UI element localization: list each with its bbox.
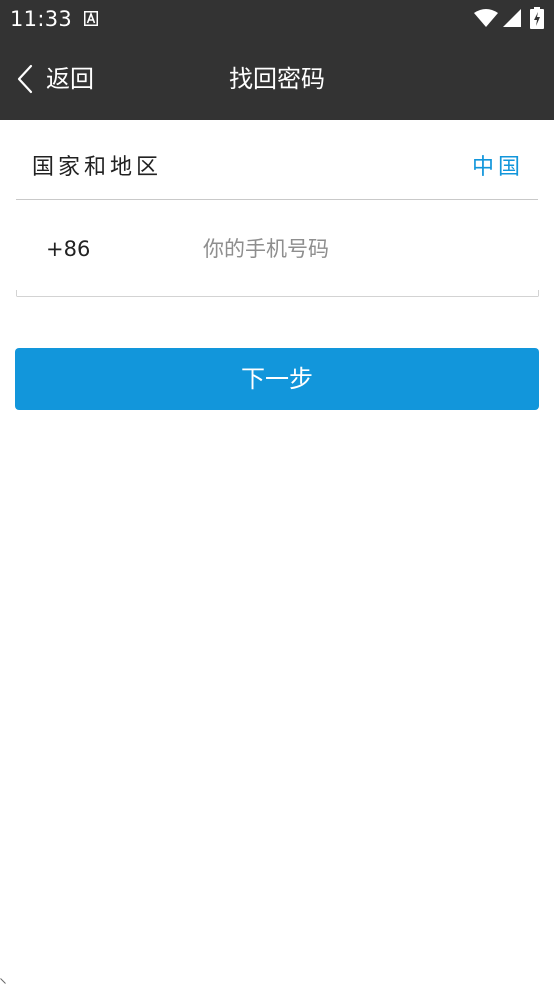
next-button[interactable]: 下一步 <box>15 348 539 410</box>
status-bar: 11:33 <box>0 0 554 38</box>
toolbar: 返回 找回密码 <box>0 38 554 120</box>
region-selector[interactable]: 国家和地区 中国 <box>16 120 538 200</box>
phone-input[interactable] <box>203 228 523 270</box>
battery-charging-icon <box>530 7 544 29</box>
region-value: 中国 <box>471 155 524 180</box>
corner-mark <box>0 978 6 984</box>
cell-signal-icon <box>503 9 521 27</box>
back-label: 返回 <box>46 65 94 93</box>
status-time: 11:33 <box>10 7 73 31</box>
chevron-left-icon <box>17 64 33 94</box>
back-button[interactable]: 返回 <box>0 38 120 120</box>
text-a-icon <box>84 11 98 26</box>
find-password-screen: 11:33 返回 找回密码 国家和地区 中国 +86 你的手机号码 下一步 <box>0 0 554 984</box>
phone-row: +86 <box>16 200 539 297</box>
region-label: 国家和地区 <box>32 155 163 180</box>
country-code[interactable]: +86 <box>46 234 90 264</box>
wifi-icon <box>474 9 498 27</box>
